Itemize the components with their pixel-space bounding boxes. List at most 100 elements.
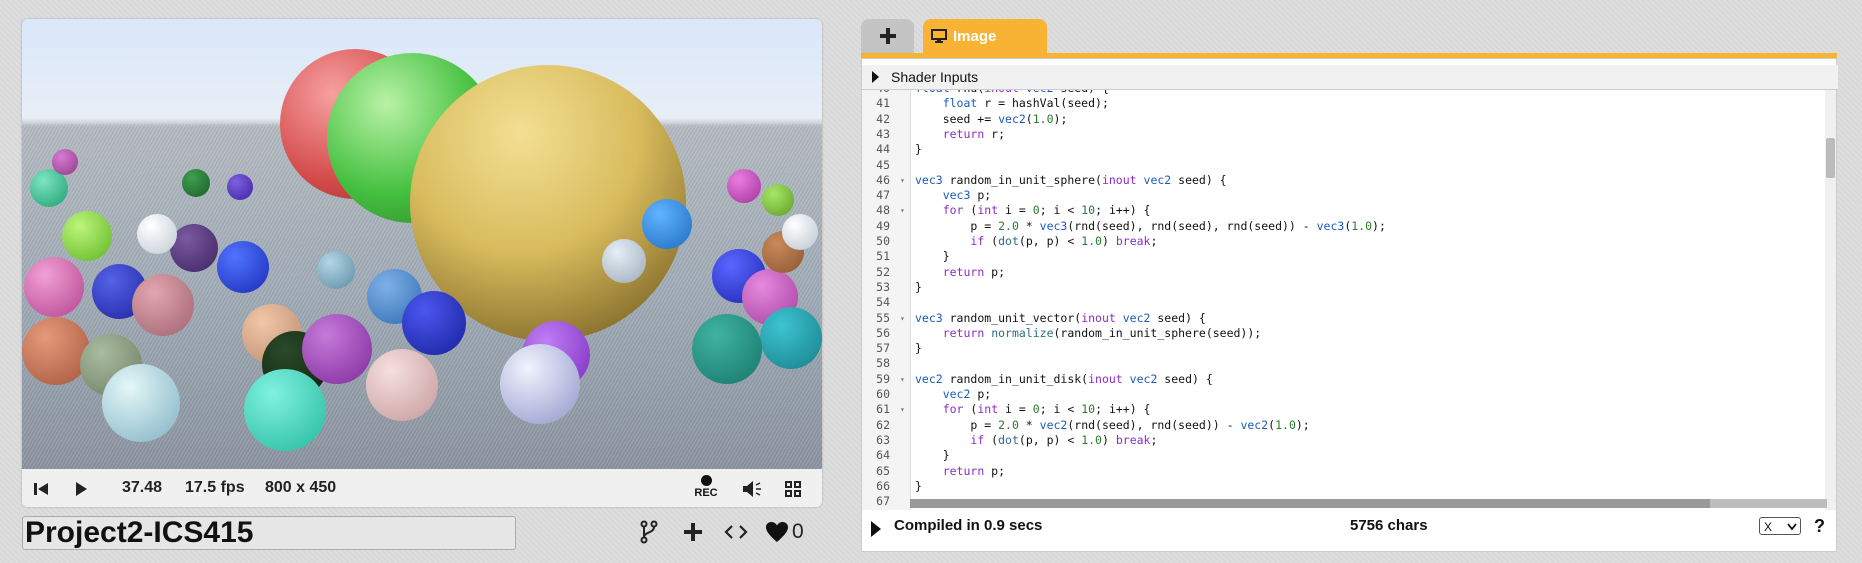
- code-text: vec2 random_in_unit_disk(inout vec2 seed…: [915, 371, 1213, 386]
- shader-actions: 0: [636, 515, 804, 549]
- small-sphere: [302, 314, 372, 384]
- line-number: 57: [876, 341, 890, 356]
- small-sphere: [182, 169, 210, 197]
- tab-image[interactable]: Image: [923, 19, 1047, 53]
- code-text: float rnd(inout vec2 seed) {: [915, 90, 1109, 96]
- resolution-display: 800 x 450: [265, 479, 337, 496]
- line-number: 49: [876, 218, 890, 233]
- code-editor-panel: Image Shader Inputs 40 float rnd(inout ve…: [861, 19, 1838, 552]
- code-text: }: [915, 341, 922, 356]
- small-sphere: [500, 344, 580, 424]
- code-text: seed += vec2(1.0);: [915, 111, 1068, 126]
- fold-toggle-icon[interactable]: ▾: [900, 372, 905, 387]
- line-number: 43: [876, 126, 890, 141]
- line-number: 53: [876, 279, 890, 294]
- line-number: 45: [876, 157, 890, 172]
- heart-icon[interactable]: [764, 519, 790, 545]
- line-number: 67: [876, 494, 890, 509]
- editor-options-value: X: [1764, 520, 1773, 534]
- render-canvas[interactable]: [22, 19, 822, 469]
- vertical-scroll-thumb[interactable]: [1826, 138, 1835, 178]
- line-number: 65: [876, 463, 890, 478]
- compile-status: Compiled in 0.9 secs: [894, 517, 1043, 534]
- small-sphere: [227, 174, 253, 200]
- shader-inputs-label: Shader Inputs: [891, 69, 979, 85]
- line-number: 40: [862, 90, 890, 96]
- status-bar: Compiled in 0.9 secs 5756 chars X ?: [862, 511, 1838, 541]
- add-icon[interactable]: [680, 519, 706, 545]
- rewind-icon[interactable]: [30, 478, 52, 500]
- line-number: 54: [876, 295, 890, 310]
- small-sphere: [137, 214, 177, 254]
- small-sphere: [602, 239, 646, 283]
- time-display: 37.48: [122, 479, 163, 496]
- code-text: p = 2.0 * vec3(rnd(seed), rnd(seed), rnd…: [915, 218, 1386, 233]
- shader-inputs-toggle[interactable]: Shader Inputs: [862, 65, 1838, 90]
- small-sphere: [22, 317, 90, 385]
- line-number: 47: [876, 188, 890, 203]
- fold-toggle-icon[interactable]: ▾: [900, 173, 905, 188]
- chevron-down-icon: [1787, 523, 1797, 531]
- line-number: 59: [876, 371, 890, 386]
- code-text: return r;: [942, 126, 1006, 141]
- tab-image-label: Image: [953, 27, 997, 45]
- line-number: 64: [876, 448, 890, 463]
- small-sphere: [24, 257, 84, 317]
- code-text: if (dot(p, p) < 1.0) break;: [970, 432, 1158, 447]
- line-number: 50: [876, 234, 890, 248]
- line-number: 48: [876, 203, 890, 218]
- likes-count: 0: [792, 520, 804, 543]
- small-sphere: [402, 291, 466, 355]
- line-number: 41: [876, 96, 890, 111]
- code-text: return normalize(random_in_unit_sphere(s…: [942, 325, 1262, 340]
- record-button[interactable]: REC: [692, 474, 720, 504]
- code-text: vec3 random_in_unit_sphere(inout vec2 se…: [915, 172, 1227, 187]
- small-sphere: [317, 251, 355, 289]
- char-count: 5756 chars: [1350, 517, 1428, 534]
- horizontal-scroll-thumb[interactable]: [910, 499, 1710, 508]
- line-number: 68: [862, 509, 890, 510]
- small-sphere: [132, 274, 194, 336]
- help-icon[interactable]: ?: [1814, 511, 1825, 541]
- code-text: }: [915, 249, 950, 264]
- small-sphere: [642, 199, 692, 249]
- line-number: 66: [876, 478, 890, 493]
- player-controls: 37.48 17.5 fps 800 x 450 REC: [22, 469, 822, 507]
- compile-play-icon: [871, 521, 881, 537]
- line-number: 63: [876, 432, 890, 447]
- small-sphere: [217, 241, 269, 293]
- small-sphere: [62, 211, 112, 261]
- fold-toggle-icon[interactable]: ▾: [900, 311, 905, 326]
- line-number: 44: [876, 142, 890, 157]
- fork-icon[interactable]: [636, 519, 662, 545]
- small-sphere: [782, 214, 818, 250]
- fold-toggle-icon[interactable]: ▾: [900, 203, 905, 218]
- add-tab-button[interactable]: [861, 19, 914, 53]
- shader-title-input[interactable]: Project2-ICS415: [22, 516, 516, 550]
- code-text: }: [915, 279, 922, 294]
- small-sphere: [760, 307, 822, 369]
- small-sphere: [52, 149, 78, 175]
- fullscreen-icon[interactable]: [782, 478, 804, 500]
- vertical-scrollbar[interactable]: [1825, 90, 1836, 510]
- code-text: return p;: [942, 463, 1006, 478]
- volume-icon[interactable]: [742, 478, 764, 500]
- small-sphere: [692, 314, 762, 384]
- code-text: }: [915, 448, 950, 463]
- code-text: for (int i = 0; i < 10; i++) {: [942, 203, 1151, 218]
- line-number: 56: [876, 325, 890, 340]
- code-text: p = 2.0 * vec2(rnd(seed), rnd(seed)) - v…: [915, 417, 1310, 432]
- code-text: vec3 random_unit_vector(inout vec2 seed)…: [915, 310, 1206, 325]
- code-text: for (int i = 0; i < 10; i++) {: [942, 402, 1151, 417]
- fps-display: 17.5 fps: [185, 479, 245, 496]
- caret-right-icon: [872, 71, 879, 83]
- compile-button[interactable]: [870, 518, 884, 537]
- code-area[interactable]: 40 float rnd(inout vec2 seed) {41 float r…: [862, 90, 1827, 510]
- embed-icon[interactable]: [722, 519, 750, 545]
- horizontal-scrollbar[interactable]: [910, 499, 1827, 508]
- fold-toggle-icon[interactable]: ▾: [900, 402, 905, 417]
- code-text: //--------------------------------------…: [915, 509, 1296, 510]
- editor-options-select[interactable]: X: [1759, 517, 1801, 535]
- line-number: 62: [876, 417, 890, 432]
- play-icon[interactable]: [70, 478, 92, 500]
